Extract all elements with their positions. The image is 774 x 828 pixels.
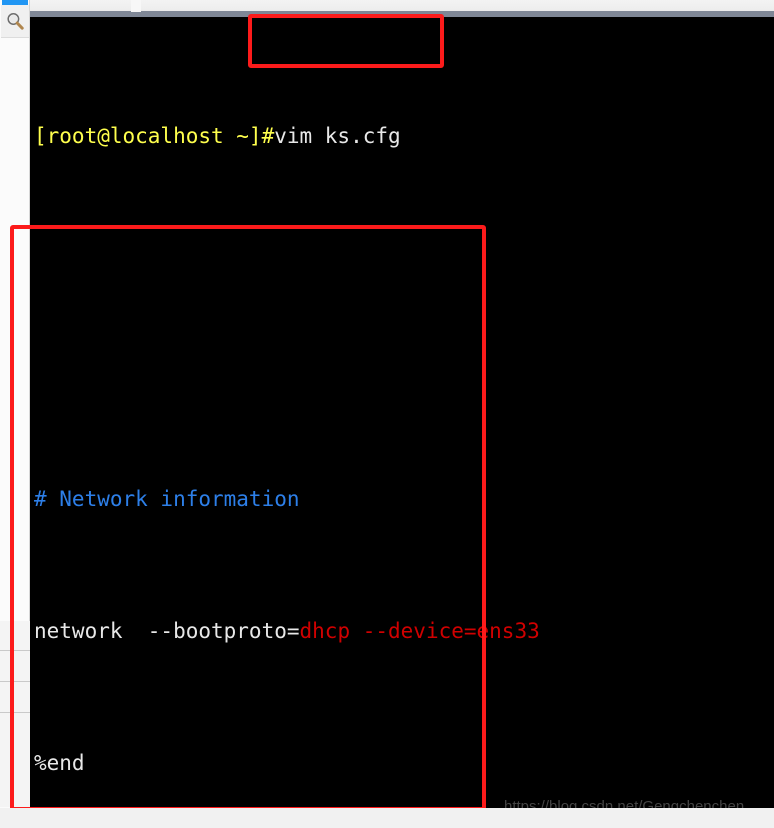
network-comment-line: # Network information: [34, 483, 774, 516]
search-icon-button[interactable]: [1, 5, 29, 38]
screenshot-root: [root@localhost ~]#vim ks.cfg # Network …: [0, 0, 774, 828]
network-comment: # Network information: [34, 487, 300, 511]
window-tab-edge: [131, 0, 141, 12]
sidebar-divider: [0, 681, 30, 682]
terminal-window[interactable]: [root@localhost ~]#vim ks.cfg # Network …: [30, 17, 774, 808]
terminal-text-area: [root@localhost ~]#vim ks.cfg # Network …: [34, 21, 774, 808]
network-end-line: %end: [34, 747, 774, 780]
shell-command: vim ks.cfg: [274, 124, 401, 148]
section-end-marker: %end: [34, 751, 85, 775]
sidebar-divider: [0, 712, 30, 713]
page-bottom-strip: [0, 808, 774, 828]
shell-prompt: [root@localhost ~]#: [34, 124, 275, 148]
network-directive-line: network --bootproto=dhcp --device=ens33: [34, 615, 774, 648]
left-tool-sidebar: [0, 0, 30, 828]
network-directive: network --bootproto=: [34, 619, 300, 643]
sidebar-divider: [0, 650, 30, 651]
network-value: dhcp --device=ens33: [299, 619, 540, 643]
sidebar-lower-panel: [0, 621, 30, 807]
terminal-prompt-line: [root@localhost ~]#vim ks.cfg: [34, 120, 774, 153]
search-icon: [7, 13, 24, 30]
